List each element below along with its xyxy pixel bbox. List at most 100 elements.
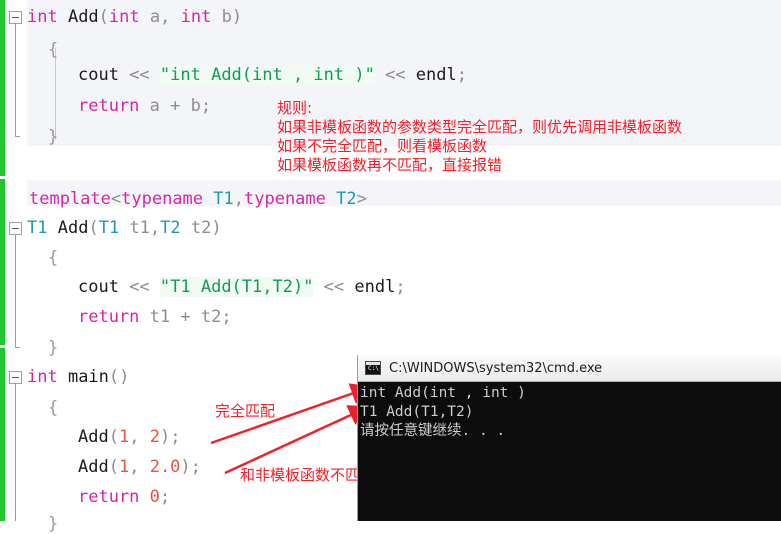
code-token: ); [159, 427, 181, 447]
code-line: cout << "int Add(int , int )" << endl; [78, 65, 467, 85]
code-token: ( [88, 218, 99, 238]
annotation-rules: 规则: 如果非模板函数的参数类型完全匹配，则优先调用非模板函数 如果不完全匹配，… [277, 99, 683, 174]
code-line: } [48, 128, 58, 147]
code-token: { [48, 398, 59, 418]
code-token: "T1 Add(T1,T2)" [159, 277, 314, 297]
outline-guide [15, 384, 16, 521]
collapse-toggle-add-template[interactable] [9, 222, 22, 235]
code-token: 2 [149, 427, 160, 447]
code-line: { [48, 249, 58, 268]
outline-guide-foot [15, 136, 20, 137]
code-line: return a + b; [78, 97, 211, 116]
code-line: Add(1, 2.0); [78, 458, 201, 477]
code-token: } [48, 514, 59, 534]
console-title-bar[interactable]: C:\ C:\WINDOWS\system32\cmd.exe [358, 355, 781, 382]
code-token: T1 [98, 218, 120, 238]
code-token: 0 [149, 487, 160, 507]
code-token: } [48, 127, 59, 147]
code-token: ; [200, 96, 212, 116]
code-token: a [149, 7, 161, 27]
code-token: << [129, 277, 160, 297]
code-token: , [129, 427, 150, 447]
code-token: 1 [118, 457, 130, 477]
code-token: ) [211, 218, 222, 238]
code-token: ; [221, 307, 232, 327]
outline-guide [15, 24, 16, 136]
code-line: { [48, 41, 58, 60]
code-token: << [374, 65, 416, 85]
code-token: int [27, 7, 68, 27]
code-token: Add [78, 457, 109, 477]
code-token: t2 [200, 307, 222, 327]
code-token: a [149, 96, 160, 116]
code-token: Add [67, 7, 99, 27]
code-token: endl [415, 65, 457, 85]
code-token: } [48, 338, 59, 358]
code-line: { [48, 399, 58, 418]
code-token: return [78, 487, 150, 507]
code-token: { [48, 248, 59, 268]
code-token: , [129, 457, 150, 477]
code-line: template<typename T1,typename T2> [29, 190, 367, 209]
code-token: t1 [149, 307, 171, 327]
code-token: cout [78, 277, 130, 297]
code-token: ); [180, 457, 201, 477]
code-token: t2 [190, 218, 212, 238]
console-output[interactable]: int Add(int , int ) T1 Add(T1,T2) 请按任意键继续.… [358, 382, 781, 521]
outline-guide-foot [15, 347, 20, 348]
code-token: ; [395, 277, 406, 297]
code-line: Add(1, 2); [78, 428, 180, 447]
code-line: T1 Add(T1 t1,T2 t2) [27, 219, 222, 238]
code-token: > [356, 189, 367, 209]
code-token: b [190, 96, 201, 116]
code-token: cout [78, 65, 130, 85]
code-token: 2.0 [149, 457, 181, 477]
code-token: return [78, 96, 150, 116]
code-token: int [27, 367, 68, 387]
cmd-console-window[interactable]: C:\ C:\WINDOWS\system32\cmd.exe int Add(… [357, 355, 781, 521]
code-token: T1 [27, 218, 48, 238]
code-line: int Add(int a, int b) [27, 8, 242, 27]
collapse-toggle-main[interactable] [9, 371, 22, 384]
code-token: Add [78, 427, 109, 447]
code-token: ( [108, 457, 119, 477]
console-output-line: 请按任意键继续. . . [360, 423, 506, 439]
console-output-line: T1 Add(T1,T2) [360, 404, 474, 420]
code-token: ; [456, 65, 467, 85]
code-token: T1 [213, 189, 234, 209]
code-token: , [149, 218, 161, 238]
annotation-exact-match: 完全匹配 [215, 402, 276, 420]
code-token: T2 [160, 218, 181, 238]
code-line: } [48, 339, 58, 358]
code-token: 1 [118, 427, 130, 447]
code-token: "int Add(int , int )" [159, 65, 375, 85]
code-token: int [108, 7, 150, 27]
outlining-margin[interactable] [5, 0, 27, 521]
code-token: { [48, 40, 59, 60]
code-token: + [170, 307, 201, 327]
code-token: typename [121, 189, 214, 209]
code-token: () [108, 367, 130, 387]
code-token: return [78, 307, 150, 327]
code-token: ( [98, 7, 109, 27]
code-token: , [233, 189, 244, 209]
code-token: ) [231, 7, 243, 27]
code-line: return t1 + t2; [78, 308, 232, 327]
cmd-console-icon: C:\ [365, 361, 381, 375]
code-line: cout << "T1 Add(T1,T2)" << endl; [78, 277, 406, 297]
code-token: << [313, 277, 355, 297]
code-line: int main() [27, 368, 129, 387]
code-token: int [180, 7, 222, 27]
code-token: ( [108, 427, 119, 447]
code-token: << [129, 65, 160, 85]
code-token: template [29, 189, 111, 209]
code-token: + [159, 96, 191, 116]
code-token: , [160, 7, 181, 27]
collapse-toggle-add-int[interactable] [9, 11, 22, 24]
code-line: } [48, 515, 58, 534]
code-token: T2 [336, 189, 357, 209]
outline-guide [15, 235, 16, 347]
